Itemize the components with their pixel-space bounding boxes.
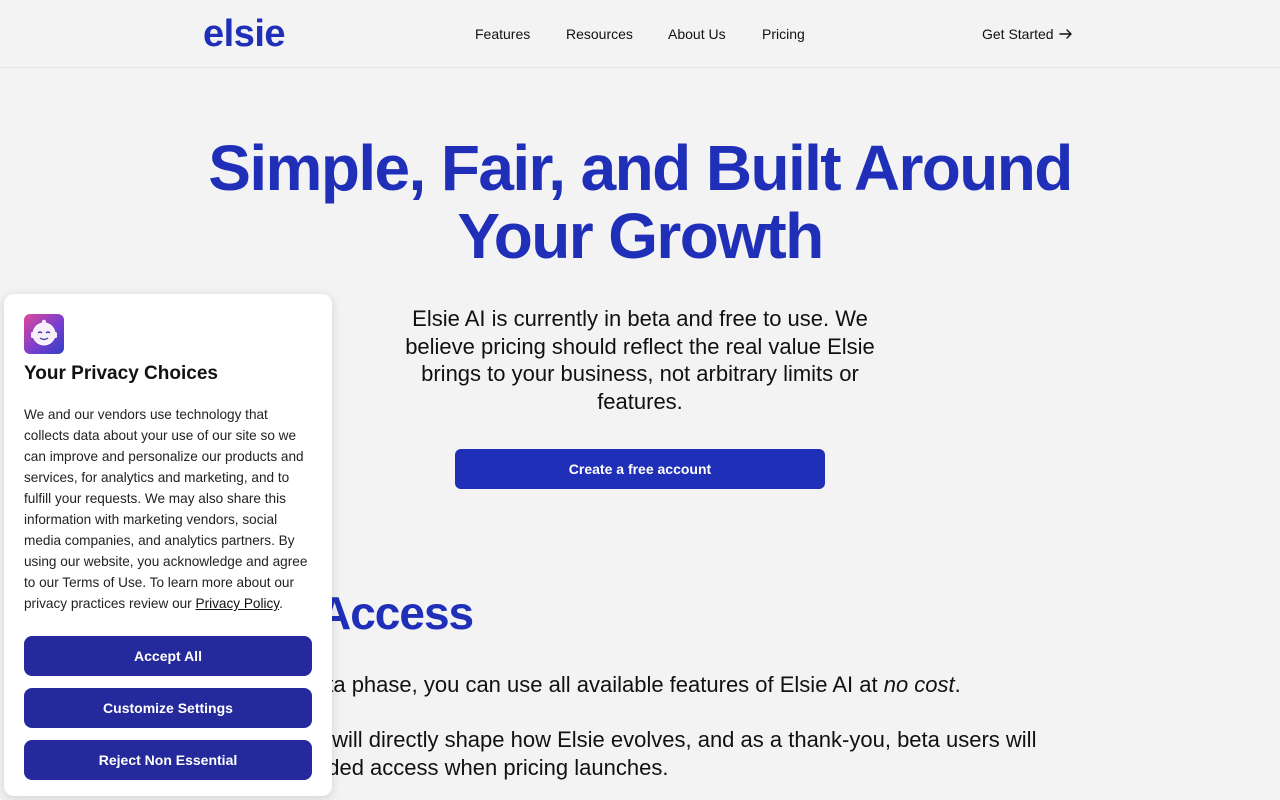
customize-settings-button[interactable]: Customize Settings <box>24 688 312 728</box>
hero-subtitle: Elsie AI is currently in beta and free t… <box>405 306 875 414</box>
privacy-policy-link[interactable]: Privacy Policy <box>196 596 280 611</box>
feedback-line-1: k will directly shape how Elsie evolves,… <box>315 727 1037 752</box>
nav-pricing[interactable]: Pricing <box>762 25 805 43</box>
feedback-line-2: nded access when pricing launches. <box>315 755 669 780</box>
nav-features[interactable]: Features <box>475 25 530 43</box>
beta-paragraph-text: eta phase, you can use all available fea… <box>315 672 884 697</box>
hero-title-line-1: Simple, Fair, and Built Around <box>208 132 1073 204</box>
create-free-account-button[interactable]: Create a free account <box>455 449 825 489</box>
accept-all-button[interactable]: Accept All <box>24 636 312 676</box>
site-header: elsie Features Resources About Us Pricin… <box>0 0 1280 68</box>
privacy-title: Your Privacy Choices <box>24 363 218 384</box>
no-cost-emphasis: no cost <box>883 672 955 697</box>
privacy-choices-dialog: Your Privacy Choices We and our vendors … <box>4 294 332 796</box>
get-started-label: Get Started <box>982 26 1054 42</box>
beta-paragraph: eta phase, you can use all available fea… <box>210 671 1050 699</box>
get-started-link[interactable]: Get Started <box>982 25 1073 43</box>
beta-paragraph-end: . <box>954 672 961 697</box>
nav-resources[interactable]: Resources <box>566 25 633 43</box>
reject-non-essential-button[interactable]: Reject Non Essential <box>24 740 312 780</box>
main-nav: Features Resources About Us Pricing <box>0 25 1280 45</box>
hero-title-line-2: Your Growth <box>457 200 824 272</box>
arrow-right-icon <box>1058 29 1072 39</box>
privacy-body: We and our vendors use technology that c… <box>24 404 316 614</box>
privacy-body-end: . <box>279 596 283 611</box>
privacy-body-text: We and our vendors use technology that c… <box>24 407 308 611</box>
hero-title: Simple, Fair, and Built Around Your Grow… <box>140 134 1140 270</box>
nav-about-us[interactable]: About Us <box>668 25 726 43</box>
section-title-text: Access <box>318 587 474 639</box>
elsie-mascot-logo <box>24 314 64 354</box>
robot-face-icon <box>31 319 57 346</box>
feedback-paragraph: k will directly shape how Elsie evolves,… <box>210 726 1050 782</box>
